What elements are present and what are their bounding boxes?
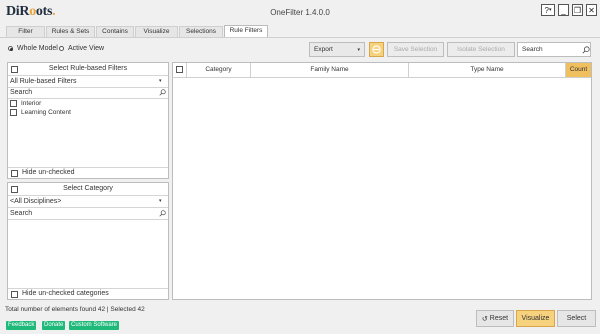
reset-button[interactable]: ↺ Reset xyxy=(476,310,514,327)
tab-rules-sets[interactable]: Rules & Sets xyxy=(46,26,95,37)
minimize-button[interactable]: _ xyxy=(558,4,569,16)
chevron-down-icon: ▾ xyxy=(159,198,162,204)
rules-panel-header: Select Rule-based Filters xyxy=(48,65,128,72)
column-header-category[interactable]: Category xyxy=(187,63,251,77)
chevron-down-icon: ▾ xyxy=(548,7,552,13)
clear-selection-button[interactable] xyxy=(369,42,384,57)
minimize-icon: _ xyxy=(561,5,566,15)
discipline-dropdown[interactable]: <All Disciplines> ▾ xyxy=(10,196,166,207)
tab-rule-filters[interactable]: Rule Filters xyxy=(224,25,268,37)
whole-model-label: Whole Model xyxy=(17,45,58,52)
search-icon xyxy=(159,89,166,96)
search-icon xyxy=(582,46,590,54)
column-header-count[interactable]: Count xyxy=(566,63,591,77)
visualize-button[interactable]: Visualize xyxy=(516,310,555,327)
divider xyxy=(8,219,168,220)
restore-icon: ❐ xyxy=(573,5,582,15)
rule-checkbox[interactable] xyxy=(10,100,17,107)
rules-search-input[interactable]: Search xyxy=(10,88,166,98)
hide-unchecked-rules-checkbox[interactable] xyxy=(11,170,18,177)
rule-checkbox[interactable] xyxy=(10,109,17,116)
reset-icon: ↺ xyxy=(481,315,488,323)
grid-select-all-cell xyxy=(173,63,187,77)
reset-label: Reset xyxy=(489,315,509,322)
column-header-type-name[interactable]: Type Name xyxy=(409,63,566,77)
tab-contains[interactable]: Contains xyxy=(96,26,134,37)
divider xyxy=(8,167,168,168)
close-icon: ✕ xyxy=(588,5,595,15)
hide-unchecked-rules-label: Hide un-checked xyxy=(22,169,75,176)
tab-divider xyxy=(0,37,600,38)
radio-active-view[interactable] xyxy=(59,46,64,51)
hide-unchecked-categories-checkbox[interactable] xyxy=(11,291,18,298)
search-placeholder: Search xyxy=(522,46,543,53)
isolate-selection-button[interactable]: Isolate Selection xyxy=(447,42,515,57)
export-dropdown[interactable]: Export ▾ xyxy=(309,42,365,57)
category-panel: Select Category <All Disciplines> ▾ Sear… xyxy=(7,182,169,300)
donate-button[interactable]: Donate xyxy=(42,321,66,330)
chevron-down-icon: ▾ xyxy=(357,46,360,53)
grid-search-input[interactable]: Search xyxy=(517,42,591,57)
tab-filter[interactable]: Filter xyxy=(6,26,45,37)
rules-panel: Select Rule-based Filters All Rule-based… xyxy=(7,62,169,179)
export-label: Export xyxy=(314,46,333,53)
save-selection-button[interactable]: Save Selection xyxy=(387,42,444,57)
search-icon xyxy=(159,210,166,217)
column-header-family-name[interactable]: Family Name xyxy=(251,63,409,77)
tab-selections[interactable]: Selections xyxy=(179,26,223,37)
discipline-dropdown-value: <All Disciplines> xyxy=(10,198,62,205)
tab-visualize[interactable]: Visualize xyxy=(135,26,178,37)
eraser-icon xyxy=(372,45,381,54)
select-button[interactable]: Select xyxy=(557,310,596,327)
grid-select-all-checkbox[interactable] xyxy=(176,66,183,73)
feedback-button[interactable]: Feedback xyxy=(6,321,37,330)
rules-dropdown[interactable]: All Rule-based Filters ▾ xyxy=(10,76,166,87)
rules-dropdown-value: All Rule-based Filters xyxy=(10,78,77,85)
radio-whole-model[interactable] xyxy=(8,46,13,51)
category-search-placeholder: Search xyxy=(10,210,33,217)
divider xyxy=(8,288,168,289)
chevron-down-icon: ▾ xyxy=(159,78,162,84)
rule-label: Interior xyxy=(21,100,42,107)
help-button[interactable]: ? ▾ xyxy=(541,4,555,16)
hide-unchecked-categories-label: Hide un-checked categories xyxy=(22,290,109,297)
grid-header: Category Family Name Type Name Count xyxy=(173,63,591,78)
active-view-label: Active View xyxy=(68,45,105,52)
rule-label: Learning Content xyxy=(21,109,71,116)
elements-grid: Category Family Name Type Name Count xyxy=(172,62,592,300)
rules-search-placeholder: Search xyxy=(10,89,33,96)
category-panel-header: Select Category xyxy=(63,185,113,192)
category-search-input[interactable]: Search xyxy=(10,208,166,219)
status-text: Total number of elements found 42 | Sele… xyxy=(5,306,145,313)
close-button[interactable]: ✕ xyxy=(586,4,597,16)
custom-software-button[interactable]: Custom Software xyxy=(69,321,120,330)
restore-button[interactable]: ❐ xyxy=(572,4,583,16)
app-title: OneFilter 1.4.0.0 xyxy=(270,8,330,17)
